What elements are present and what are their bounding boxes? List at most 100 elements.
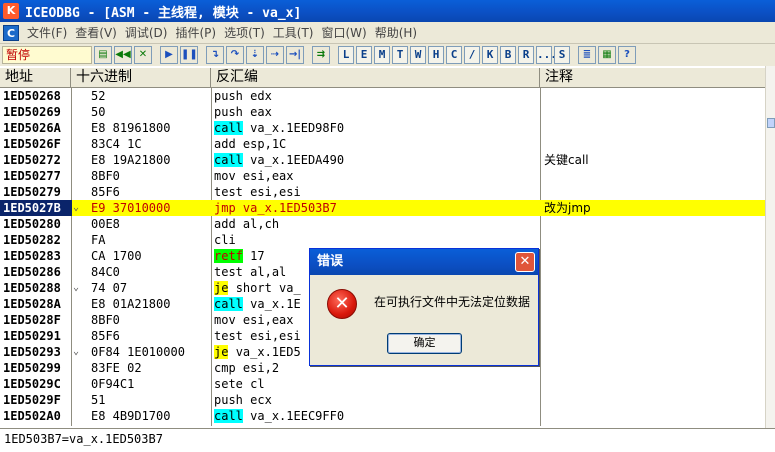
close-debug-icon[interactable]: ✕ — [134, 46, 152, 64]
table-row[interactable]: 1ED50268 52 push edx — [0, 88, 765, 104]
app-icon: K — [3, 3, 19, 19]
step-into-icon[interactable]: ↴ — [206, 46, 224, 64]
row-operands: ecx — [250, 393, 272, 407]
table-row[interactable]: 1ED50272 E8 19A21800 call va_x.1EEDA490 关键c… — [0, 152, 765, 168]
help-icon[interactable]: ? — [618, 46, 636, 64]
jump-arrow-icon: ⌄ — [73, 346, 80, 357]
table-row[interactable]: 1ED5026F 83C4 1C add esp,1C — [0, 136, 765, 152]
execute-till-return-icon[interactable]: →| — [286, 46, 304, 64]
row-hex: 00E8 — [91, 217, 120, 231]
row-address: 1ED5028F — [3, 313, 61, 327]
ok-button[interactable]: 确定 — [387, 333, 462, 354]
table-row[interactable]: 1ED50280 00E8 add al,ch — [0, 216, 765, 232]
row-mnemonic: add — [214, 137, 236, 151]
row-operands: short va_ — [235, 281, 301, 295]
row-address: 1ED50269 — [3, 105, 61, 119]
open-icon[interactable]: ▤ — [94, 46, 112, 64]
scrollbar-thumb[interactable] — [767, 118, 775, 128]
row-address: 1ED5026F — [3, 137, 61, 151]
run-trace-window-button[interactable]: ... — [536, 46, 557, 64]
table-row[interactable]: 1ED502A0 E8 4B9D1700 call va_x.1EEC9FF0 — [0, 408, 765, 424]
threads-window-button[interactable]: T — [392, 46, 408, 64]
row-disasm: mov esi,eax — [214, 168, 534, 184]
close-icon[interactable]: ✕ — [515, 252, 535, 272]
row-hex: E8 19A21800 — [91, 153, 171, 167]
row-mnemonic: push — [214, 393, 243, 407]
row-mnemonic: call — [214, 121, 243, 135]
trace-into-icon[interactable]: ⇣ — [246, 46, 264, 64]
row-address: 1ED50293 — [3, 345, 61, 359]
table-row[interactable]: 1ED5029C 0F94C1 sete cl — [0, 376, 765, 392]
row-disasm: call va_x.1EEC9FF0 — [214, 408, 534, 424]
cpu-window-button[interactable]: C — [446, 46, 462, 64]
references-window-button[interactable]: R — [518, 46, 534, 64]
row-disasm: push ecx — [214, 392, 534, 408]
row-mnemonic: je — [214, 345, 229, 359]
row-mnemonic: call — [214, 297, 243, 311]
vertical-scrollbar[interactable] — [765, 66, 775, 428]
breakpoints-window-button[interactable]: B — [500, 46, 516, 64]
menu-logo-icon[interactable]: C — [3, 24, 19, 41]
row-hex: 83C4 1C — [91, 137, 142, 151]
column-hex[interactable]: 十六进制 — [71, 68, 211, 88]
row-operands: eax — [250, 105, 272, 119]
table-row[interactable]: 1ED50279 85F6 test esi,esi — [0, 184, 765, 200]
source-window-button[interactable]: S — [554, 46, 570, 64]
menu-help[interactable]: 帮助(H) — [375, 24, 417, 41]
step-over-icon[interactable]: ↷ — [226, 46, 244, 64]
row-comment[interactable]: 关键call — [544, 152, 764, 168]
row-operands: 17 — [250, 249, 265, 263]
menu-view[interactable]: 查看(V) — [75, 24, 117, 41]
row-mnemonic: jmp — [214, 201, 236, 215]
options-icon[interactable]: ≣ — [578, 46, 596, 64]
row-hex: E8 01A21800 — [91, 297, 171, 311]
row-address: 1ED5029F — [3, 393, 61, 407]
column-header: 地址 十六进制 反汇编 注释 — [0, 68, 772, 88]
table-row[interactable]: 1ED5027B ⌄ E9 37010000 jmp va_x.1ED503B7 改为j… — [0, 200, 765, 216]
row-disasm: sete cl — [214, 376, 534, 392]
menu-debug[interactable]: 调试(D) — [125, 24, 168, 41]
modules-window-button[interactable]: E — [356, 46, 372, 64]
row-disasm: test esi,esi — [214, 184, 534, 200]
row-disasm: push eax — [214, 104, 534, 120]
trace-over-icon[interactable]: ⇢ — [266, 46, 284, 64]
row-hex: 0F94C1 — [91, 377, 135, 391]
row-operands: va_x.1E — [250, 297, 301, 311]
table-row[interactable]: 1ED5029F 51 push ecx — [0, 392, 765, 408]
table-row[interactable]: 1ED50282 FA cli — [0, 232, 765, 248]
row-address: 1ED5028A — [3, 297, 61, 311]
row-hex: 85F6 — [91, 185, 120, 199]
row-operands: esi,eax — [242, 169, 294, 183]
row-disasm: push edx — [214, 88, 534, 104]
patches-window-button[interactable]: / — [464, 46, 480, 64]
column-comment[interactable]: 注释 — [540, 68, 772, 88]
pause-icon[interactable]: ❚❚ — [180, 46, 198, 64]
restart-icon[interactable]: ◀◀ — [114, 46, 132, 64]
column-disasm[interactable]: 反汇编 — [211, 68, 540, 88]
handles-window-button[interactable]: H — [428, 46, 444, 64]
menu-plugins[interactable]: 插件(P) — [175, 24, 216, 41]
menu-window[interactable]: 窗口(W) — [321, 24, 366, 41]
table-row[interactable]: 1ED50277 8BF0 mov esi,eax — [0, 168, 765, 184]
windows-window-button[interactable]: W — [410, 46, 426, 64]
table-row[interactable]: 1ED50269 50 push eax — [0, 104, 765, 120]
memory-window-button[interactable]: M — [374, 46, 390, 64]
row-hex: 84C0 — [91, 265, 120, 279]
call-stack-window-button[interactable]: K — [482, 46, 498, 64]
table-row[interactable]: 1ED5026A E8 81961800 call va_x.1EED98F0 — [0, 120, 765, 136]
goto-icon[interactable]: ⇉ — [312, 46, 330, 64]
row-mnemonic: mov — [214, 169, 236, 183]
run-icon[interactable]: ▶ — [160, 46, 178, 64]
row-operands: esi,2 — [242, 361, 280, 375]
row-hex: 52 — [91, 89, 106, 103]
menu-file[interactable]: 文件(F) — [27, 24, 67, 41]
row-hex: 8BF0 — [91, 313, 120, 327]
menu-options[interactable]: 选项(T) — [224, 24, 265, 41]
row-address: 1ED5026A — [3, 121, 61, 135]
menu-tools[interactable]: 工具(T) — [273, 24, 314, 41]
column-address[interactable]: 地址 — [0, 68, 71, 88]
grid-icon[interactable]: ▦ — [598, 46, 616, 64]
log-window-button[interactable]: L — [338, 46, 354, 64]
row-comment[interactable]: 改为jmp — [544, 200, 764, 216]
toolbar: 暂停 ▤ ◀◀ ✕ ▶ ❚❚ ↴ ↷ ⇣ ⇢ →| ⇉ L E M T W H … — [0, 44, 775, 66]
